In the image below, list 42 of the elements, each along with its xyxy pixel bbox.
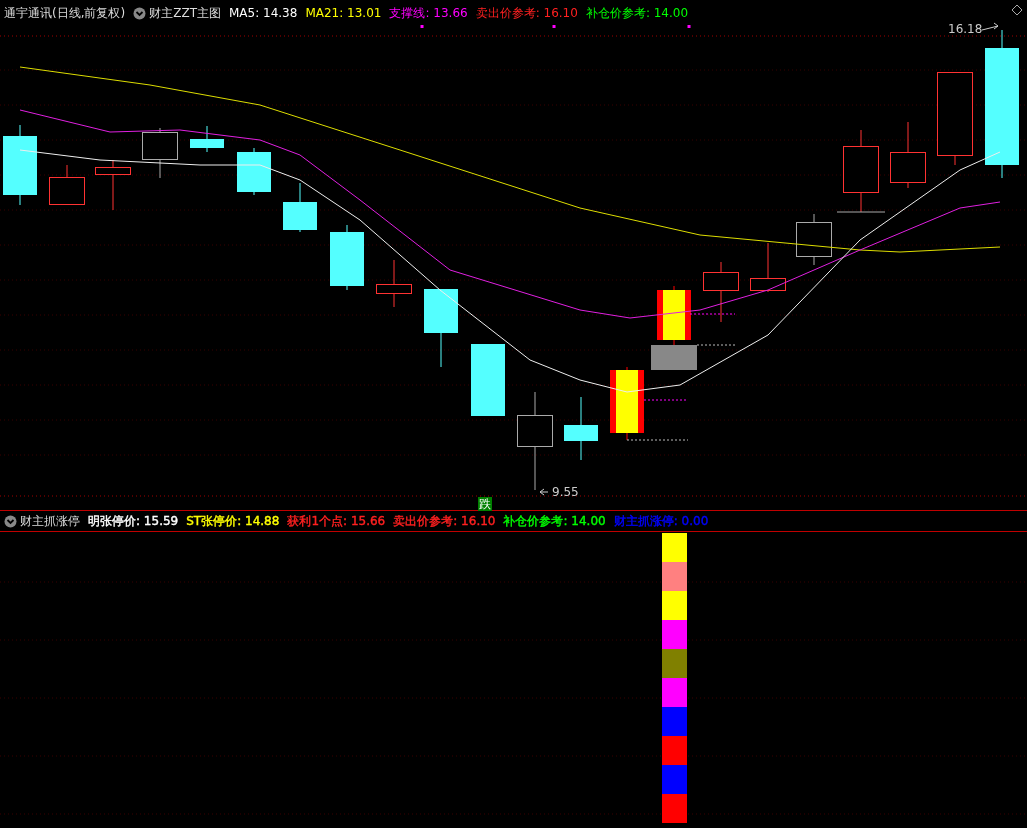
dropdown-icon[interactable]: [4, 514, 17, 528]
low-price-label: 9.55: [552, 485, 579, 499]
reference-line: [836, 211, 886, 213]
legend-value: 获利1个点: 15.66: [287, 513, 386, 529]
legend-value: 支撑线: 13.66: [389, 4, 468, 22]
candlestick: [330, 224, 364, 291]
legend-value: ST张停价: 14.88: [186, 513, 280, 529]
legend-value: 卖出价参考: 16.10: [475, 4, 578, 22]
candlestick: [283, 182, 317, 233]
legend-value: 明张停价: 15.59: [88, 513, 179, 529]
candlestick: [703, 261, 739, 323]
signal-label: 跌: [478, 497, 492, 511]
candlestick: [49, 164, 85, 205]
candlestick: [95, 159, 131, 211]
candlestick: [237, 147, 271, 196]
stock-title: 通宇通讯(日线,前复权): [4, 4, 126, 22]
signal-bar: [651, 345, 697, 370]
legend-value: MA5: 14.38: [228, 6, 298, 20]
candlestick: [890, 121, 926, 189]
legend-value: 补仓价参考: 14.00: [585, 4, 689, 22]
indicator-name[interactable]: 财主抓涨停: [20, 512, 80, 530]
legend-value: 补仓价参考: 14.00: [503, 513, 606, 529]
candlestick: [376, 259, 412, 308]
candlestick: [657, 285, 691, 346]
low-marker-icon: [539, 488, 549, 496]
high-marker-icon: [981, 22, 999, 31]
indicator-name[interactable]: 财主ZZT主图: [149, 4, 221, 22]
candlestick: [142, 127, 178, 179]
candlestick: [750, 242, 786, 293]
legend-value: 财主抓涨停: 0.00: [613, 513, 709, 529]
legend-value: 卖出价参考: 16.10: [393, 513, 496, 529]
candlestick: [564, 396, 598, 461]
candlestick: [796, 213, 832, 266]
dropdown-icon[interactable]: [133, 6, 147, 20]
reference-line: [626, 439, 689, 441]
reference-line: [696, 344, 736, 346]
diamond-icon[interactable]: [1011, 4, 1023, 16]
reference-line: [643, 399, 689, 401]
legend-value: MA21: 13.01: [305, 6, 382, 20]
high-price-label: 16.18: [948, 22, 983, 36]
candlestick: [190, 125, 224, 153]
reference-line: [689, 313, 736, 315]
